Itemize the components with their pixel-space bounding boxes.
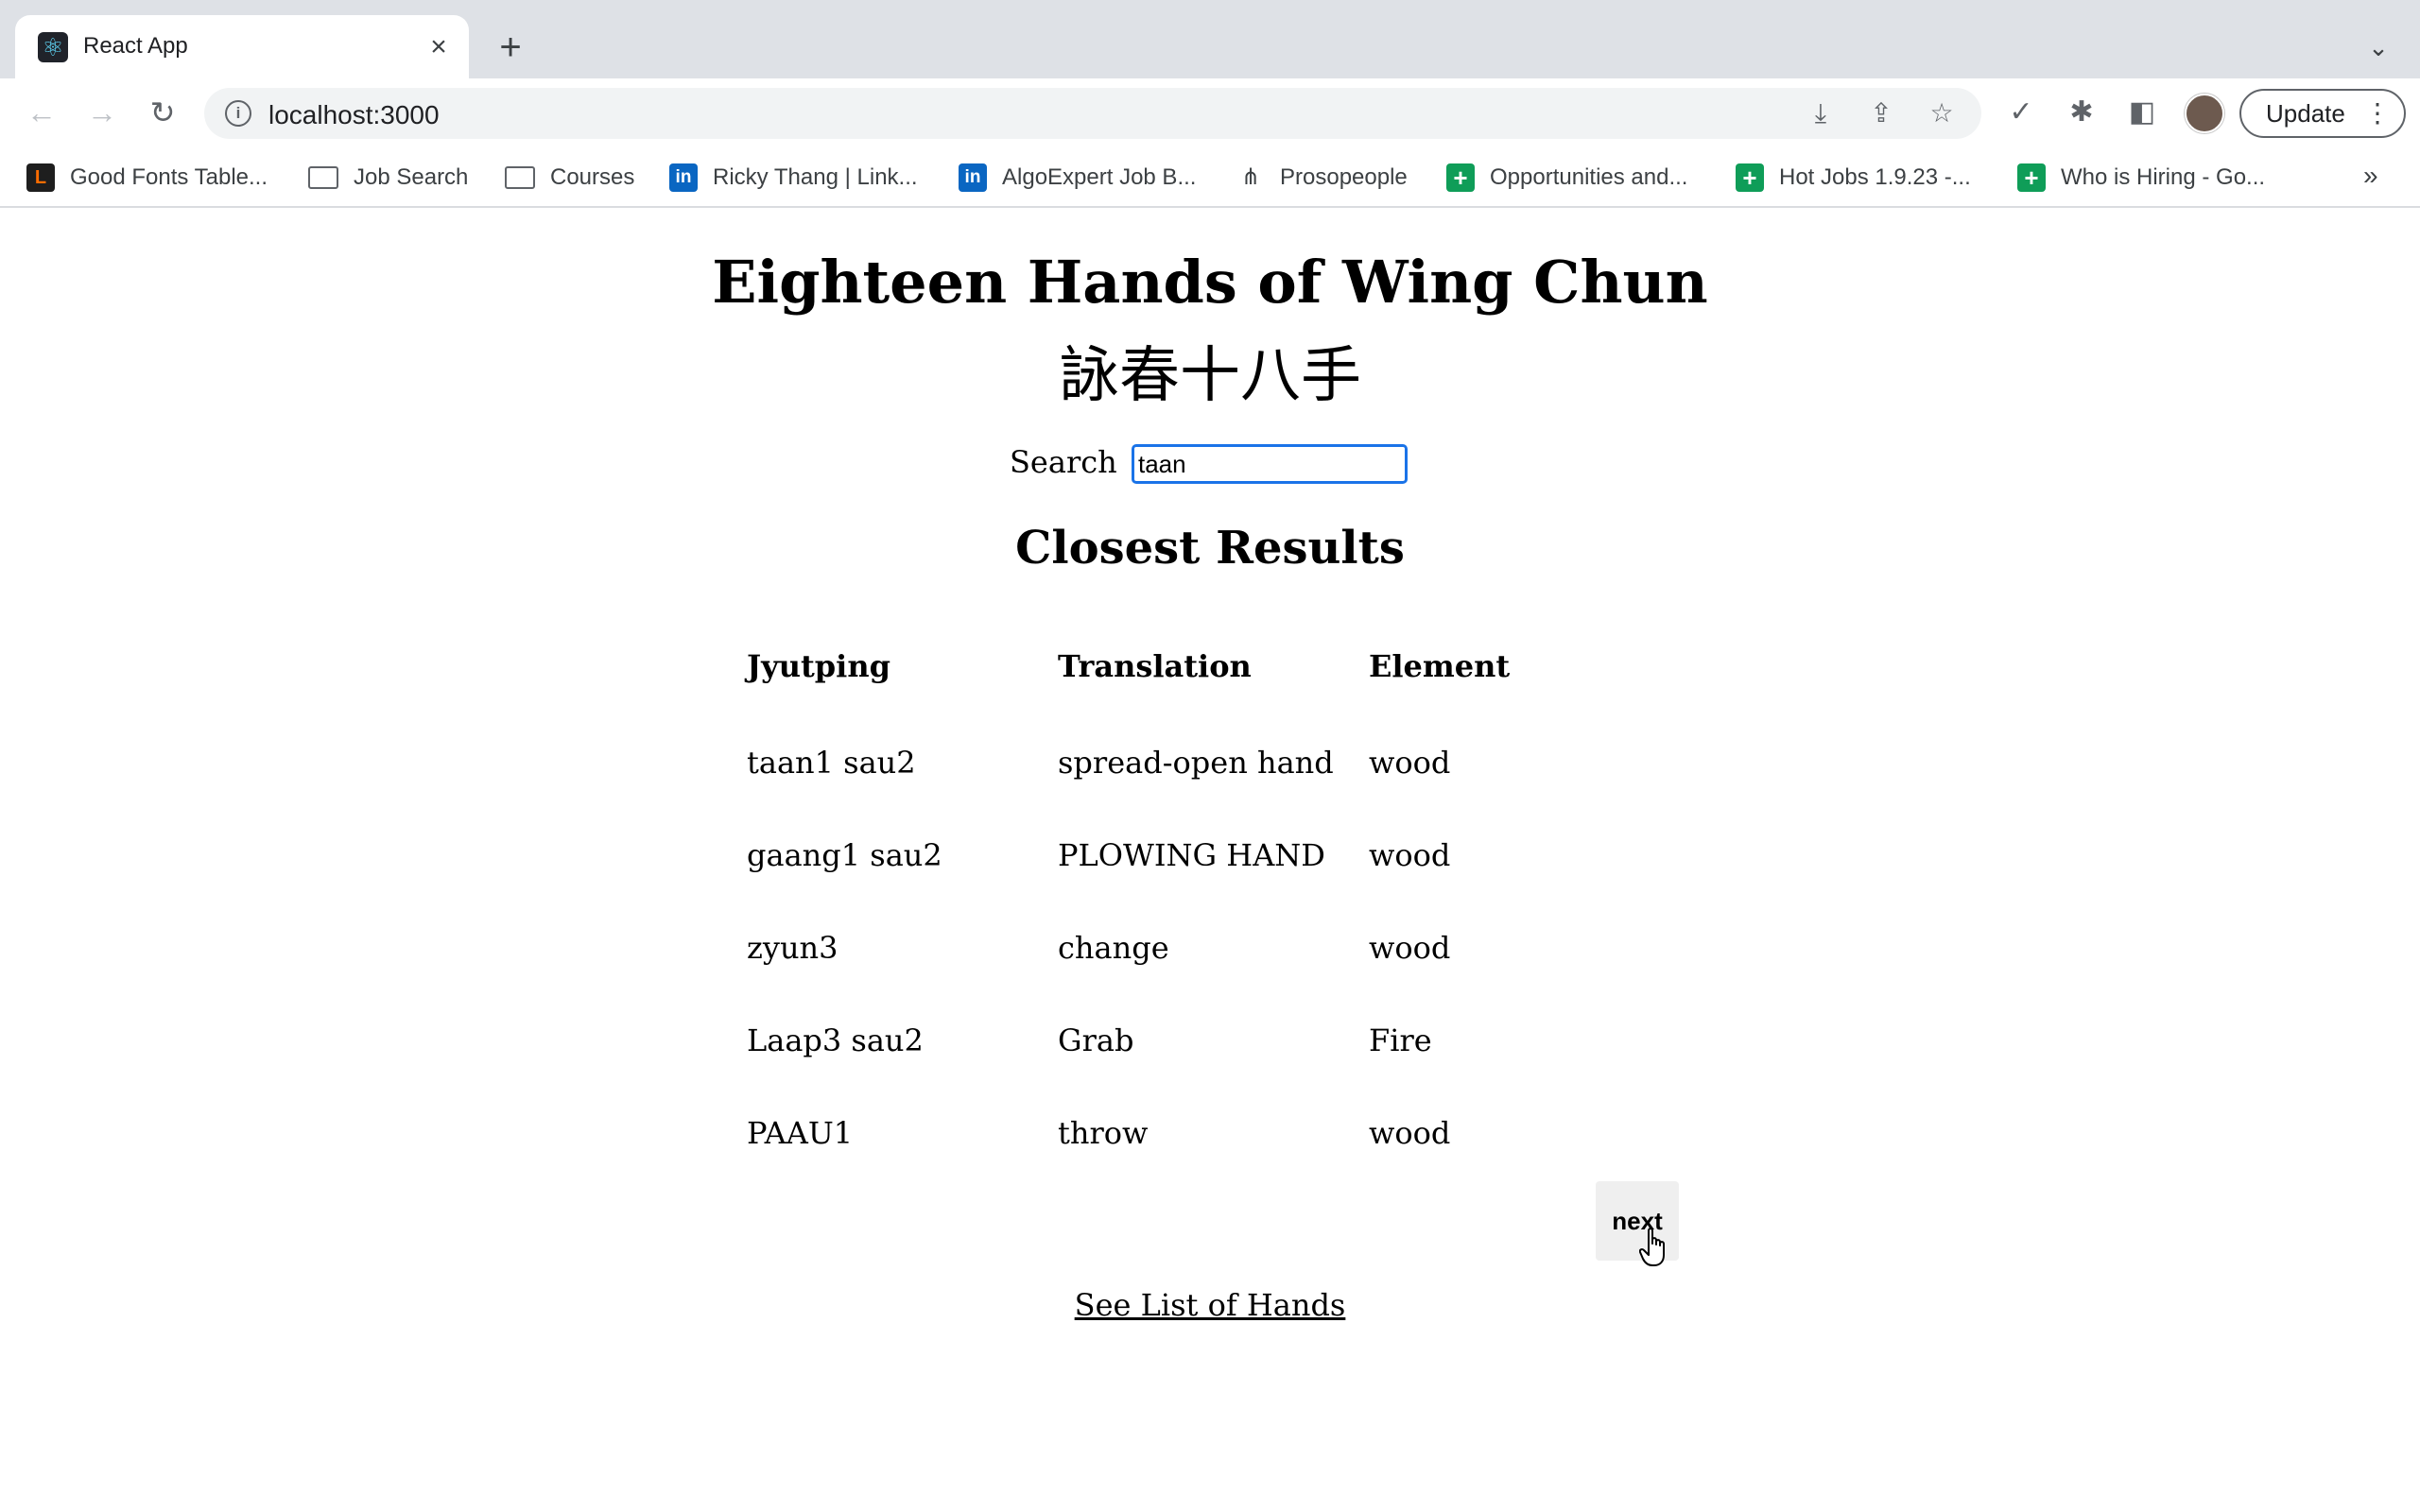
sheets-icon: +	[1446, 163, 1475, 192]
page-subtitle-chinese: 詠春十八手	[1059, 341, 1361, 411]
update-label: Update	[2266, 99, 2345, 128]
bookmark-label: Opportunities and...	[1490, 164, 1688, 190]
bookmark-item[interactable]: ⋔ Prosopeople	[1236, 161, 1408, 195]
bookmark-label: AlgoExpert Job B...	[1002, 164, 1197, 190]
page-title: Eighteen Hands of Wing Chun	[712, 248, 1708, 317]
cell-translation: Grab	[1058, 1022, 1134, 1058]
tab-title: React App	[83, 33, 188, 59]
site-info-icon[interactable]: i	[225, 100, 251, 127]
bookmark-label: Ricky Thang | Link...	[713, 164, 918, 190]
bookmark-label: Hot Jobs 1.9.23 -...	[1779, 164, 1971, 190]
bookmark-item[interactable]: L Good Fonts Table...	[26, 161, 268, 195]
bookmark-label: Prosopeople	[1280, 164, 1408, 190]
column-header-translation: Translation	[1058, 648, 1252, 684]
address-bar[interactable]: i localhost:3000 ⤓ ⇪ ☆	[204, 88, 1981, 139]
prosopeople-icon: ⋔	[1240, 164, 1261, 190]
column-header-element: Element	[1369, 648, 1511, 684]
bookmark-label: Good Fonts Table...	[70, 164, 268, 190]
hand-pointer-cursor-icon	[1639, 1228, 1665, 1266]
tab-strip: ⚛ React App × + ⌄	[0, 0, 2420, 78]
cell-element: wood	[1369, 930, 1451, 966]
results-heading: Closest Results	[1015, 522, 1405, 575]
cell-jyutping: Laap3 sau2	[747, 1022, 924, 1058]
cell-element: Fire	[1369, 1022, 1432, 1058]
see-list-link-container: See List of Hands	[0, 1287, 2420, 1323]
bookmark-label: Who is Hiring - Go...	[2061, 164, 2266, 190]
react-icon: ⚛	[38, 32, 68, 62]
browser-tab[interactable]: ⚛ React App ×	[15, 15, 469, 78]
cell-translation: PLOWING HAND	[1058, 837, 1325, 873]
cell-jyutping: zyun3	[747, 930, 838, 966]
bookmark-label: Courses	[550, 164, 635, 190]
extensions-puzzle-icon[interactable]: ✱	[2063, 94, 2100, 131]
sheets-icon: +	[2017, 163, 2046, 192]
column-header-jyutping: Jyutping	[747, 648, 890, 684]
page-content: Eighteen Hands of Wing Chun 詠春十八手 Search…	[0, 210, 2420, 1512]
cell-jyutping: PAAU1	[747, 1115, 854, 1151]
linkedin-icon: in	[959, 163, 987, 192]
browser-toolbar: ← → ↻ i localhost:3000 ⤓ ⇪ ☆ ✓ ✱ ◧ Updat…	[0, 78, 2420, 147]
folder-icon	[505, 166, 535, 189]
cell-element: wood	[1369, 837, 1451, 873]
url-text[interactable]: localhost:3000	[268, 100, 440, 130]
profile-avatar[interactable]	[2185, 94, 2224, 133]
bookmark-item[interactable]: + Who is Hiring - Go...	[2017, 161, 2265, 195]
cell-element: wood	[1369, 1115, 1451, 1151]
l-logo-icon: L	[26, 163, 55, 192]
cell-jyutping: taan1 sau2	[747, 745, 916, 781]
bookmarks-bar: L Good Fonts Table... Job Search Courses…	[0, 147, 2420, 208]
new-tab-icon[interactable]: +	[490, 26, 531, 68]
update-button[interactable]: Update ⋮	[2239, 89, 2406, 138]
cell-element: wood	[1369, 745, 1451, 781]
forward-icon[interactable]: →	[83, 94, 121, 131]
reload-icon[interactable]: ↻	[144, 94, 182, 131]
bookmark-item[interactable]: in Ricky Thang | Link...	[669, 161, 918, 195]
sheets-icon: +	[1736, 163, 1764, 192]
linkedin-icon: in	[669, 163, 698, 192]
close-tab-icon[interactable]: ×	[420, 28, 458, 66]
bookmark-item[interactable]: + Hot Jobs 1.9.23 -...	[1736, 161, 1971, 195]
extension-check-icon[interactable]: ✓	[2002, 94, 2040, 131]
bookmark-label: Job Search	[354, 164, 469, 190]
bookmark-item[interactable]: + Opportunities and...	[1446, 161, 1687, 195]
more-menu-icon[interactable]: ⋮	[2364, 91, 2391, 136]
cell-translation: change	[1058, 930, 1169, 966]
folder-icon	[308, 166, 338, 189]
search-label: Search	[1010, 444, 1117, 480]
tab-search-chevron-icon[interactable]: ⌄	[2358, 26, 2399, 68]
cell-jyutping: gaang1 sau2	[747, 837, 942, 873]
search-input[interactable]	[1132, 444, 1408, 484]
back-icon[interactable]: ←	[23, 94, 60, 131]
cell-translation: spread-open hand	[1058, 745, 1334, 781]
more-bookmarks-icon[interactable]: »	[2363, 161, 2378, 191]
see-list-of-hands-link[interactable]: See List of Hands	[1075, 1287, 1346, 1323]
side-panel-icon[interactable]: ◧	[2123, 94, 2161, 131]
bookmark-folder[interactable]: Job Search	[308, 161, 468, 195]
bookmark-folder[interactable]: Courses	[505, 161, 634, 195]
cell-translation: throw	[1058, 1115, 1149, 1151]
install-icon[interactable]: ⤓	[1804, 96, 1838, 130]
bookmark-star-icon[interactable]: ☆	[1925, 96, 1959, 130]
bookmark-item[interactable]: in AlgoExpert Job B...	[959, 161, 1196, 195]
share-icon[interactable]: ⇪	[1864, 96, 1898, 130]
